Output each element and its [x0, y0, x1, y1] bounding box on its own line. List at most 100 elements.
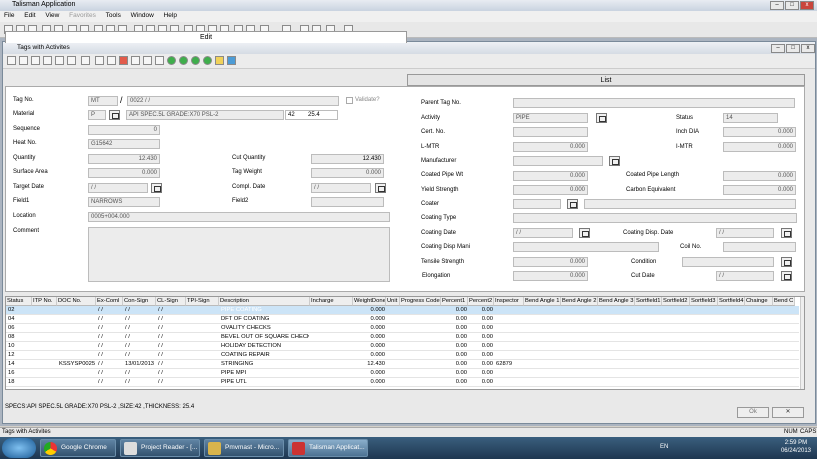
grid-header-cell[interactable]: Sortfield4 — [718, 297, 745, 306]
imtr-field[interactable]: 0.000 — [723, 142, 796, 152]
search-icon[interactable] — [131, 56, 140, 65]
table-row[interactable]: 14 KSSYSP0025/ /13/01/2013/ / STRINGING 12.… — [6, 360, 799, 369]
grid-header-cell[interactable]: Ex-Coml — [96, 297, 123, 306]
taskbar-chrome[interactable]: Google Chrome — [40, 439, 116, 457]
menu-view[interactable]: View — [41, 11, 63, 20]
table-row[interactable]: 04 / / / / / / DFT OF COATING 0.000 0.00 0.00 — [6, 315, 799, 324]
target-date-calendar-icon[interactable] — [151, 183, 162, 193]
coating-date-calendar-icon[interactable] — [579, 228, 590, 238]
start-button[interactable] — [2, 438, 36, 458]
coating-disp-mani-field[interactable] — [513, 242, 659, 252]
cut-quantity-field[interactable]: 12.430 — [311, 154, 384, 164]
compl-date-calendar-icon[interactable] — [375, 183, 386, 193]
first-icon[interactable] — [167, 56, 176, 65]
key-icon[interactable] — [215, 56, 224, 65]
tab-edit[interactable]: Edit — [5, 31, 407, 43]
tensile-strength-field[interactable]: 0.000 — [513, 257, 588, 267]
coated-length-field[interactable]: 0.000 — [723, 171, 796, 181]
field2-field[interactable] — [311, 197, 384, 207]
menu-favorites[interactable]: Favorites — [65, 11, 100, 20]
grid-scrollbar[interactable] — [800, 297, 804, 389]
undo-record-icon[interactable] — [81, 56, 90, 65]
grid-header-cell[interactable]: Sortfield1 — [635, 297, 662, 306]
coil-no-field[interactable] — [723, 242, 796, 252]
child-maximize-button[interactable]: □ — [786, 44, 800, 53]
table-row[interactable]: 18 / / / / / / PIPE UTL 0.000 0.00 0.00 — [6, 378, 799, 387]
language-indicator[interactable]: EN — [660, 444, 668, 450]
inch-dia-field[interactable]: 0.000 — [723, 127, 796, 137]
grid-header-cell[interactable]: Bend Angle 2 — [561, 297, 598, 306]
activity-field[interactable]: PIPE — [513, 113, 588, 123]
grid-header-cell[interactable]: Bend C — [773, 297, 795, 306]
link-icon[interactable] — [143, 56, 152, 65]
coated-wt-field[interactable]: 0.000 — [513, 171, 588, 181]
coater-name-field[interactable] — [584, 199, 796, 209]
previous-icon[interactable] — [179, 56, 188, 65]
close-button[interactable]: x — [800, 1, 814, 10]
material-lookup-button[interactable] — [109, 110, 120, 120]
menu-window[interactable]: Window — [127, 11, 158, 20]
tag-prefix-field[interactable]: MT — [88, 96, 118, 106]
surface-area-field[interactable]: 0.000 — [88, 168, 160, 178]
table-row[interactable]: 16 / / / / / / PIPE MPI 0.000 0.00 0.00 — [6, 369, 799, 378]
coating-date-field[interactable]: / / — [513, 228, 573, 238]
condition-lookup-button[interactable] — [781, 257, 792, 267]
target-date-field[interactable]: / / — [88, 183, 148, 193]
condition-field[interactable] — [682, 257, 774, 267]
activity-lookup-button[interactable] — [596, 113, 607, 123]
grid-header-cell[interactable]: Percent1 — [441, 297, 468, 306]
coating-disp-date-calendar-icon[interactable] — [781, 228, 792, 238]
cut-date-field[interactable]: / / — [716, 271, 774, 281]
material-desc-field[interactable]: API SPEC.5L GRADE:X70 PSL-2 — [126, 110, 284, 120]
status-field[interactable]: 14 — [723, 113, 778, 123]
manufacturer-lookup-button[interactable] — [609, 156, 620, 166]
grid-header-cell[interactable]: WeightDone — [353, 297, 386, 306]
carbon-equivalent-field[interactable]: 0.000 — [723, 185, 796, 195]
next-icon[interactable] — [191, 56, 200, 65]
grid-header-cell[interactable]: Con-Sign — [123, 297, 156, 306]
delete-record-icon[interactable] — [119, 56, 128, 65]
grid-header-cell[interactable]: Bend Angle 3 — [598, 297, 635, 306]
child-close-button[interactable]: x — [801, 44, 815, 53]
coater-lookup-button[interactable] — [567, 199, 578, 209]
attach-icon[interactable] — [95, 56, 104, 65]
menu-help[interactable]: Help — [160, 11, 181, 20]
taskbar-talisman[interactable]: Talisman Applicat... — [288, 439, 368, 457]
menu-tools[interactable]: Tools — [102, 11, 125, 20]
coating-type-field[interactable] — [513, 213, 797, 223]
comment-textarea[interactable] — [88, 227, 390, 282]
ok-button[interactable]: Ok — [737, 407, 769, 418]
grid-header-cell[interactable]: Bend Angle 1 — [524, 297, 561, 306]
yield-strength-field[interactable]: 0.000 — [513, 185, 588, 195]
field1-field[interactable]: NARROWS — [88, 197, 160, 207]
coater-code-field[interactable] — [513, 199, 561, 209]
table-row[interactable]: 06 / / / / / / OVALITY CHECKS 0.000 0.00 0.00 — [6, 324, 799, 333]
copy-record-icon[interactable] — [19, 56, 28, 65]
validate-checkbox[interactable] — [346, 97, 353, 104]
table-row[interactable]: 12 / / / / / / COATING REPAIR 0.000 0.00 0.00 — [6, 351, 799, 360]
tab-list[interactable]: List — [407, 74, 805, 86]
menu-edit[interactable]: Edit — [20, 11, 39, 20]
grid-header-cell[interactable]: Percent2 — [468, 297, 494, 306]
pencil-icon[interactable] — [107, 56, 116, 65]
minimize-button[interactable]: – — [770, 1, 784, 10]
cancel-icon[interactable] — [55, 56, 64, 65]
taskbar-project-reader[interactable]: Project Reader - [... — [120, 439, 200, 457]
material-code-field[interactable]: P — [88, 110, 106, 120]
parent-tag-field[interactable] — [513, 98, 795, 108]
grid-header-cell[interactable]: Sortfield2 — [662, 297, 690, 306]
grid-header-cell[interactable]: Inspector — [494, 297, 524, 306]
table-row[interactable]: 02 / / / / / / PIPE COATING 0.000 0.00 0.00 — [6, 306, 799, 315]
close-form-button[interactable]: ✕ — [772, 407, 804, 418]
quantity-field[interactable]: 12.430 — [88, 154, 160, 164]
manufacturer-field[interactable] — [513, 156, 603, 166]
elongation-field[interactable]: 0.000 — [513, 271, 588, 281]
print-record-icon[interactable] — [43, 56, 52, 65]
tag-weight-field[interactable]: 0.000 — [311, 168, 384, 178]
table-row[interactable]: 10 / / / / / / HOLIDAY DETECTION 0.000 0.00 0.0… — [6, 342, 799, 351]
maximize-button[interactable]: □ — [785, 1, 799, 10]
grid-header-cell[interactable]: Unit — [386, 297, 400, 306]
clock[interactable]: 2:59 PM 06/24/2013 — [781, 439, 811, 455]
lmtr-field[interactable]: 0.000 — [513, 142, 588, 152]
new-record-icon[interactable] — [7, 56, 16, 65]
